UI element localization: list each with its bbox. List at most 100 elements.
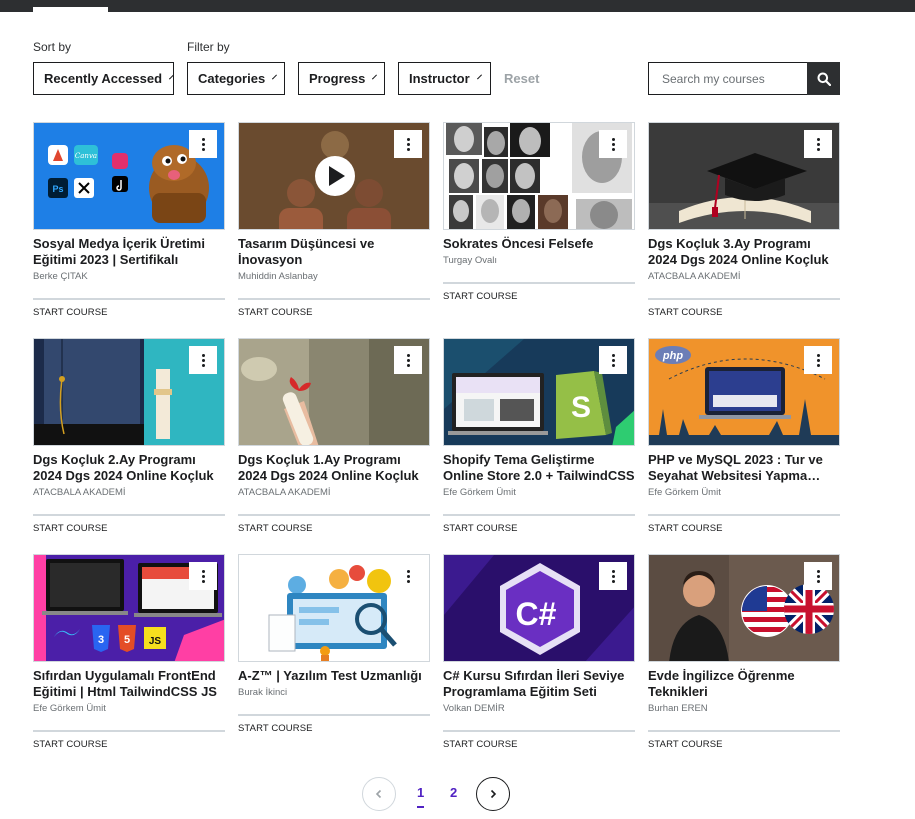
course-title[interactable]: C# Kursu Sıfırdan İleri Seviye Programla…: [443, 668, 635, 700]
chevron-down-icon: [372, 74, 378, 79]
filter-toolbar: Sort by Filter by Recently Accessed Cate…: [33, 40, 843, 100]
progress-bar: [33, 514, 225, 516]
course-options-button[interactable]: [189, 130, 217, 158]
course-options-button[interactable]: [599, 562, 627, 590]
course-title[interactable]: Sokrates Öncesi Felsefe: [443, 236, 635, 252]
course-options-button[interactable]: [189, 562, 217, 590]
categories-label: Categories: [198, 71, 266, 86]
canva-logo-text: Canva: [75, 152, 97, 160]
start-course-label[interactable]: START COURSE: [443, 739, 635, 750]
ps-logo-text: Ps: [52, 184, 63, 194]
reset-button[interactable]: Reset: [504, 62, 539, 95]
course-card[interactable]: C# C# Kursu Sıfırdan İleri Seviye Progra…: [443, 554, 635, 750]
start-course-label[interactable]: START COURSE: [443, 523, 635, 534]
course-card[interactable]: 3 5 JS Sıfırdan Uygulamalı FrontEnd Eğit…: [33, 554, 225, 750]
start-course-label[interactable]: START COURSE: [33, 523, 225, 534]
course-card[interactable]: Dgs Koçluk 1.Ay Programı 2024 Dgs 2024 O…: [238, 338, 430, 534]
course-card[interactable]: php PHP ve MySQL 2023 : Tur ve Seyahat W…: [648, 338, 840, 534]
course-card[interactable]: Canva Ps Sosyal Medya İçerik Üretimi Eği…: [33, 122, 225, 318]
course-options-button[interactable]: [804, 562, 832, 590]
course-title[interactable]: Sosyal Medya İçerik Üretimi Eğitimi 2023…: [33, 236, 225, 268]
instructor-label: Instructor: [409, 71, 470, 86]
progress-bar: [648, 514, 840, 516]
course-instructor: Efe Görkem Ümit: [33, 703, 106, 714]
course-thumbnail[interactable]: [238, 122, 430, 230]
course-thumbnail[interactable]: php: [648, 338, 840, 446]
start-course-label[interactable]: START COURSE: [238, 307, 430, 318]
course-title[interactable]: Sıfırdan Uygulamalı FrontEnd Eğitimi | H…: [33, 668, 225, 700]
course-title[interactable]: Dgs Koçluk 1.Ay Programı 2024 Dgs 2024 O…: [238, 452, 430, 484]
course-card[interactable]: Evde İngilizce Öğrenme Teknikleri Burhan…: [648, 554, 840, 750]
more-vertical-icon: [816, 137, 820, 152]
chevron-down-icon: [272, 74, 278, 79]
more-vertical-icon: [406, 569, 410, 584]
categories-dropdown[interactable]: Categories: [187, 62, 285, 95]
css-logo-text: 3: [98, 634, 104, 646]
js-logo-text: JS: [149, 636, 162, 647]
course-card[interactable]: Dgs Koçluk 2.Ay Programı 2024 Dgs 2024 O…: [33, 338, 225, 534]
course-title[interactable]: Dgs Koçluk 3.Ay Programı 2024 Dgs 2024 O…: [648, 236, 840, 268]
progress-bar: [443, 282, 635, 284]
search-input[interactable]: [648, 62, 807, 95]
course-options-button[interactable]: [804, 346, 832, 374]
course-thumbnail[interactable]: S: [443, 338, 635, 446]
start-course-label[interactable]: START COURSE: [648, 739, 840, 750]
course-title[interactable]: A-Z™ | Yazılım Test Uzmanlığı: [238, 668, 430, 684]
page-link-1[interactable]: 1: [417, 785, 425, 808]
more-vertical-icon: [201, 353, 205, 368]
progress-dropdown[interactable]: Progress: [298, 62, 385, 95]
course-card[interactable]: Tasarım Düşüncesi ve İnovasyon Muhiddin …: [238, 122, 430, 318]
course-card[interactable]: S Shopify Tema Geliştirme Online Store 2…: [443, 338, 635, 534]
sort-dropdown[interactable]: Recently Accessed: [33, 62, 175, 95]
course-title[interactable]: Shopify Tema Geliştirme Online Store 2.0…: [443, 452, 635, 484]
course-thumbnail[interactable]: [648, 554, 840, 662]
course-title[interactable]: Evde İngilizce Öğrenme Teknikleri: [648, 668, 840, 700]
start-course-label[interactable]: START COURSE: [648, 307, 840, 318]
course-thumbnail[interactable]: [443, 122, 635, 230]
course-options-button[interactable]: [394, 562, 422, 590]
course-title[interactable]: Tasarım Düşüncesi ve İnovasyon: [238, 236, 430, 268]
more-vertical-icon: [611, 137, 615, 152]
course-thumbnail[interactable]: [238, 338, 430, 446]
active-tab-indicator: [33, 7, 108, 12]
more-vertical-icon: [201, 137, 205, 152]
previous-page-button[interactable]: [362, 777, 396, 811]
chevron-down-icon: [476, 73, 482, 80]
course-card[interactable]: Dgs Koçluk 3.Ay Programı 2024 Dgs 2024 O…: [648, 122, 840, 318]
start-course-label[interactable]: START COURSE: [443, 291, 635, 302]
course-thumbnail[interactable]: C#: [443, 554, 635, 662]
course-card[interactable]: A-Z™ | Yazılım Test Uzmanlığı Burak İkin…: [238, 554, 430, 734]
progress-bar: [648, 730, 840, 732]
start-course-label[interactable]: START COURSE: [648, 523, 840, 534]
html-logo-text: 5: [124, 634, 130, 646]
start-course-label[interactable]: START COURSE: [33, 307, 225, 318]
course-options-button[interactable]: [599, 130, 627, 158]
course-options-button[interactable]: [599, 346, 627, 374]
course-thumbnail[interactable]: 3 5 JS: [33, 554, 225, 662]
course-options-button[interactable]: [804, 130, 832, 158]
search-icon: [817, 72, 831, 86]
course-thumbnail[interactable]: [33, 338, 225, 446]
instructor-dropdown[interactable]: Instructor: [398, 62, 491, 95]
more-vertical-icon: [611, 569, 615, 584]
start-course-label[interactable]: START COURSE: [238, 723, 430, 734]
course-title[interactable]: Dgs Koçluk 2.Ay Programı 2024 Dgs 2024 O…: [33, 452, 225, 484]
progress-bar: [33, 298, 225, 300]
course-thumbnail[interactable]: [238, 554, 430, 662]
progress-bar: [648, 298, 840, 300]
course-options-button[interactable]: [394, 130, 422, 158]
course-instructor: Burhan EREN: [648, 703, 708, 714]
course-instructor: Volkan DEMİR: [443, 703, 505, 714]
course-options-button[interactable]: [189, 346, 217, 374]
start-course-label[interactable]: START COURSE: [238, 523, 430, 534]
page-link-2[interactable]: 2: [450, 785, 457, 800]
search-button[interactable]: [807, 62, 840, 95]
course-card[interactable]: Sokrates Öncesi Felsefe Turgay Ovalı STA…: [443, 122, 635, 302]
course-thumbnail[interactable]: Canva Ps: [33, 122, 225, 230]
course-options-button[interactable]: [394, 346, 422, 374]
next-page-button[interactable]: [476, 777, 510, 811]
course-title[interactable]: PHP ve MySQL 2023 : Tur ve Seyahat Websi…: [648, 452, 840, 484]
course-thumbnail[interactable]: [648, 122, 840, 230]
start-course-label[interactable]: START COURSE: [33, 739, 225, 750]
more-vertical-icon: [406, 353, 410, 368]
